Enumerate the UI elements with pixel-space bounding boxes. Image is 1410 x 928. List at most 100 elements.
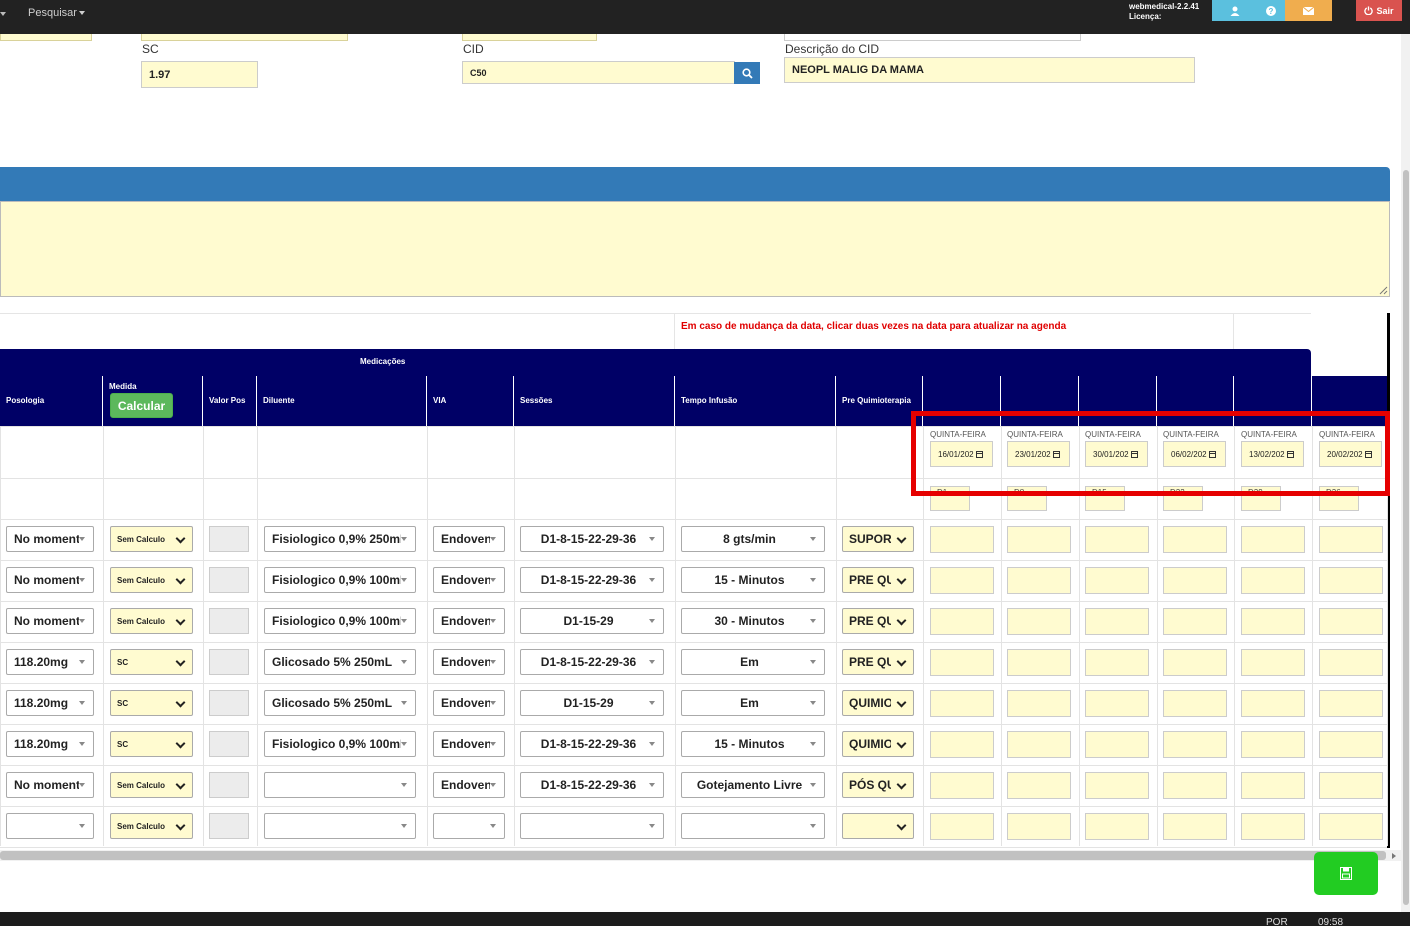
diluente-select[interactable]: Fisiologico 0,9% 250mL bbox=[264, 526, 416, 552]
medida-select[interactable]: SC bbox=[110, 649, 193, 675]
session-date-field[interactable] bbox=[1319, 608, 1383, 635]
via-select[interactable]: Endovenosa bbox=[433, 731, 505, 757]
sessoes-select[interactable] bbox=[520, 813, 664, 839]
medida-select[interactable]: Sem Calculo bbox=[110, 772, 193, 798]
session-date-field[interactable] bbox=[1007, 731, 1071, 758]
session-date-field[interactable] bbox=[1241, 772, 1305, 799]
session-date-field[interactable] bbox=[1085, 731, 1149, 758]
session-date-field[interactable] bbox=[1241, 526, 1305, 553]
session-date-field[interactable] bbox=[1163, 690, 1227, 717]
scroll-right-arrow-icon[interactable] bbox=[1390, 852, 1398, 860]
posologia-select[interactable]: No momento bbox=[6, 608, 94, 634]
session-date-field[interactable] bbox=[1007, 772, 1071, 799]
via-select[interactable]: Endovenosa bbox=[433, 772, 505, 798]
posologia-select[interactable]: No momento bbox=[6, 772, 94, 798]
session-date-field[interactable] bbox=[1319, 772, 1383, 799]
valor-pos-field[interactable] bbox=[209, 690, 249, 716]
sessoes-select[interactable]: D1-15-29 bbox=[520, 608, 664, 634]
via-select[interactable]: Endovenosa bbox=[433, 608, 505, 634]
diluente-select[interactable] bbox=[264, 813, 416, 839]
session-date-field[interactable] bbox=[1163, 813, 1227, 840]
medida-select[interactable]: Sem Calculo bbox=[110, 813, 193, 839]
valor-pos-field[interactable] bbox=[209, 731, 249, 757]
posologia-select[interactable] bbox=[6, 813, 94, 839]
pre-quimio-select[interactable]: PRE QUIMIO bbox=[842, 567, 914, 593]
session-date-field[interactable] bbox=[1085, 813, 1149, 840]
session-date-field[interactable] bbox=[1319, 649, 1383, 676]
posologia-select[interactable]: No momento bbox=[6, 526, 94, 552]
session-date-field[interactable] bbox=[1085, 649, 1149, 676]
session-date-field[interactable] bbox=[1163, 731, 1227, 758]
save-button[interactable] bbox=[1314, 852, 1378, 895]
via-select[interactable] bbox=[433, 813, 505, 839]
posologia-select[interactable]: 118.20mg bbox=[6, 649, 94, 675]
tempo-infusao-select[interactable]: Gotejamento Livre bbox=[681, 772, 825, 798]
cid-field[interactable]: C50 bbox=[462, 61, 735, 84]
pre-quimio-select[interactable]: QUIMIO bbox=[842, 731, 914, 757]
via-select[interactable]: Endovenosa bbox=[433, 567, 505, 593]
sessoes-select[interactable]: D1-8-15-22-29-36 bbox=[520, 731, 664, 757]
field-partial-3[interactable] bbox=[462, 34, 597, 41]
tempo-infusao-select[interactable]: 15 - Minutos bbox=[681, 567, 825, 593]
help-button[interactable]: ? bbox=[1257, 0, 1285, 21]
medida-select[interactable]: SC bbox=[110, 731, 193, 757]
session-date-field[interactable] bbox=[930, 608, 994, 635]
session-date-field[interactable] bbox=[1007, 608, 1071, 635]
session-date-field[interactable] bbox=[1007, 526, 1071, 553]
posologia-select[interactable]: 118.20mg bbox=[6, 731, 94, 757]
exit-button[interactable]: Sair bbox=[1356, 0, 1402, 21]
sessoes-select[interactable]: D1-8-15-22-29-36 bbox=[520, 567, 664, 593]
medida-select[interactable]: Sem Calculo bbox=[110, 608, 193, 634]
user-button[interactable] bbox=[1212, 0, 1257, 21]
valor-pos-field[interactable] bbox=[209, 649, 249, 675]
pre-quimio-select[interactable]: QUIMIO bbox=[842, 690, 914, 716]
sessoes-select[interactable]: D1-15-29 bbox=[520, 690, 664, 716]
session-date-field[interactable] bbox=[1319, 567, 1383, 594]
diluente-select[interactable]: Glicosado 5% 250mL bbox=[264, 649, 416, 675]
session-date-field[interactable] bbox=[1241, 690, 1305, 717]
session-date-field[interactable] bbox=[1163, 649, 1227, 676]
tempo-infusao-select[interactable]: 15 - Minutos bbox=[681, 731, 825, 757]
session-date-field[interactable] bbox=[1241, 731, 1305, 758]
session-date-field[interactable] bbox=[1319, 526, 1383, 553]
session-date-field[interactable] bbox=[1163, 608, 1227, 635]
session-date-field[interactable] bbox=[930, 813, 994, 840]
via-select[interactable]: Endovenosa bbox=[433, 526, 505, 552]
tempo-infusao-select[interactable]: Em bbox=[681, 690, 825, 716]
field-partial-2[interactable] bbox=[141, 34, 348, 41]
resize-grip-icon[interactable] bbox=[1378, 285, 1388, 295]
mail-button[interactable] bbox=[1285, 0, 1332, 21]
session-date-field[interactable] bbox=[1319, 690, 1383, 717]
session-date-field[interactable] bbox=[1007, 690, 1071, 717]
medida-select[interactable]: Sem Calculo bbox=[110, 567, 193, 593]
diluente-select[interactable] bbox=[264, 772, 416, 798]
session-date-field[interactable] bbox=[930, 690, 994, 717]
horizontal-scrollbar-thumb[interactable] bbox=[0, 851, 1386, 860]
field-partial-1[interactable] bbox=[0, 34, 92, 41]
observations-textarea[interactable] bbox=[0, 201, 1390, 297]
diluente-select[interactable]: Fisiologico 0,9% 100mL bbox=[264, 608, 416, 634]
pre-quimio-select[interactable]: PRE QUIMIO bbox=[842, 649, 914, 675]
valor-pos-field[interactable] bbox=[209, 608, 249, 634]
pre-quimio-select[interactable] bbox=[842, 813, 914, 839]
session-date-field[interactable] bbox=[1319, 813, 1383, 840]
diluente-select[interactable]: Fisiologico 0,9% 100mL bbox=[264, 731, 416, 757]
session-date-field[interactable] bbox=[1007, 567, 1071, 594]
session-date-field[interactable] bbox=[1241, 649, 1305, 676]
session-date-field[interactable] bbox=[1085, 526, 1149, 553]
session-date-field[interactable] bbox=[1163, 772, 1227, 799]
via-select[interactable]: Endovenosa bbox=[433, 649, 505, 675]
pre-quimio-select[interactable]: PRE QUIMIO bbox=[842, 608, 914, 634]
tempo-infusao-select[interactable] bbox=[681, 813, 825, 839]
session-date-field[interactable] bbox=[1241, 567, 1305, 594]
sc-field[interactable]: 1.97 bbox=[141, 61, 258, 88]
session-date-field[interactable] bbox=[1241, 813, 1305, 840]
diluente-select[interactable]: Glicosado 5% 250mL bbox=[264, 690, 416, 716]
field-partial-4[interactable] bbox=[784, 34, 1081, 41]
menu-caret-icon[interactable] bbox=[0, 12, 6, 16]
valor-pos-field[interactable] bbox=[209, 772, 249, 798]
tempo-infusao-select[interactable]: 8 gts/min bbox=[681, 526, 825, 552]
pre-quimio-select[interactable]: SUPORTE bbox=[842, 526, 914, 552]
search-menu[interactable]: Pesquisar bbox=[28, 7, 85, 19]
valor-pos-field[interactable] bbox=[209, 813, 249, 839]
